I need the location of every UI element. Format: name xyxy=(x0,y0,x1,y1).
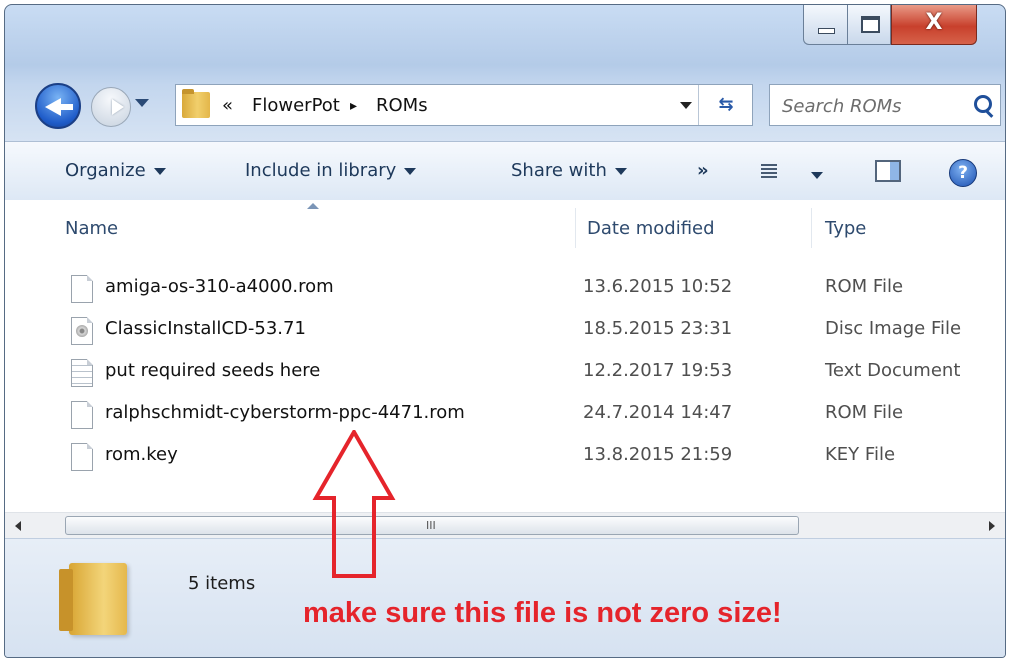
column-divider[interactable] xyxy=(575,208,576,248)
breadcrumb-flowerpot[interactable]: FlowerPot xyxy=(252,95,340,116)
file-list: Name Date modified Type amiga-os-310-a40… xyxy=(5,200,1005,539)
column-header-name[interactable]: Name xyxy=(65,218,118,239)
text-file-icon xyxy=(71,359,93,387)
file-date: 13.8.2015 21:59 xyxy=(583,444,733,465)
file-type: Disc Image File xyxy=(825,318,962,339)
scrollbar-thumb[interactable]: III xyxy=(65,516,799,535)
file-type: ROM File xyxy=(825,276,904,297)
view-options-dropdown[interactable] xyxy=(811,172,823,179)
minimize-icon xyxy=(818,28,835,34)
file-name: ClassicInstallCD-53.71 xyxy=(105,318,306,339)
address-bar[interactable]: « FlowerPot ▸ ROMs ⇆ xyxy=(175,84,753,126)
chevron-down-icon xyxy=(614,167,627,175)
include-in-library-label: Include in library xyxy=(245,160,397,181)
command-bar: Organize Include in library Share with »… xyxy=(5,141,1005,201)
breadcrumb-separator[interactable]: ▸ xyxy=(350,98,357,114)
share-with-button[interactable]: Share with xyxy=(511,160,627,181)
file-name: amiga-os-310-a4000.rom xyxy=(105,276,334,297)
blank-file-icon xyxy=(71,401,93,429)
file-row[interactable]: rom.key 13.8.2015 21:59 KEY File xyxy=(5,436,1005,476)
organize-label: Organize xyxy=(65,160,146,181)
close-button[interactable]: X xyxy=(891,5,977,45)
file-type: KEY File xyxy=(825,444,896,465)
refresh-button[interactable]: ⇆ xyxy=(698,85,753,125)
annotation-up-arrow-icon xyxy=(312,430,396,578)
folder-icon xyxy=(59,563,127,635)
file-date: 12.2.2017 19:53 xyxy=(583,360,733,381)
include-in-library-button[interactable]: Include in library xyxy=(245,160,417,181)
file-type: ROM File xyxy=(825,402,904,423)
breadcrumb-overflow[interactable]: « xyxy=(222,95,233,116)
column-divider[interactable] xyxy=(811,208,812,248)
file-date: 18.5.2015 23:31 xyxy=(583,318,733,339)
file-row[interactable]: amiga-os-310-a4000.rom 13.6.2015 10:52 R… xyxy=(5,268,1005,308)
preview-pane-button[interactable] xyxy=(875,160,901,182)
blank-file-icon xyxy=(71,275,93,303)
file-row[interactable]: ClassicInstallCD-53.71 18.5.2015 23:31 D… xyxy=(5,310,1005,350)
chevron-down-icon xyxy=(404,167,417,175)
forward-button[interactable] xyxy=(91,87,131,127)
search-icon[interactable] xyxy=(974,95,992,113)
item-count: 5 items xyxy=(188,573,256,594)
minimize-button[interactable] xyxy=(803,5,847,45)
search-input[interactable] xyxy=(780,93,964,119)
file-date: 13.6.2015 10:52 xyxy=(583,276,733,297)
sort-ascending-icon xyxy=(307,203,319,209)
share-with-label: Share with xyxy=(511,160,607,181)
blank-file-icon xyxy=(71,443,93,471)
explorer-window: X « FlowerPot ▸ ROMs ⇆ Organize Include … xyxy=(4,4,1006,658)
scrollbar-grip: III xyxy=(426,519,436,532)
chevron-down-icon xyxy=(153,167,166,175)
maximize-icon xyxy=(861,16,880,33)
disc-image-file-icon xyxy=(71,317,93,345)
file-type: Text Document xyxy=(825,360,961,381)
recent-pages-dropdown[interactable] xyxy=(135,99,149,107)
organize-button[interactable]: Organize xyxy=(65,160,166,181)
file-row[interactable]: ralphschmidt-cyberstorm-ppc-4471.rom 24.… xyxy=(5,394,1005,434)
annotation-note: make sure this file is not zero size! xyxy=(303,597,782,629)
folder-icon xyxy=(182,89,210,118)
file-name: ralphschmidt-cyberstorm-ppc-4471.rom xyxy=(105,402,465,423)
column-header-date-modified[interactable]: Date modified xyxy=(587,218,715,239)
file-row[interactable]: put required seeds here 12.2.2017 19:53 … xyxy=(5,352,1005,392)
scroll-left-icon[interactable] xyxy=(15,521,21,531)
scroll-right-icon[interactable] xyxy=(989,521,995,531)
horizontal-scrollbar[interactable]: III xyxy=(5,512,1005,539)
more-commands-button[interactable]: » xyxy=(697,160,709,181)
maximize-button[interactable] xyxy=(847,5,891,45)
search-box[interactable] xyxy=(769,84,1001,126)
help-button[interactable]: ? xyxy=(949,159,977,187)
column-header-type[interactable]: Type xyxy=(825,218,866,239)
file-name: put required seeds here xyxy=(105,360,321,381)
back-button[interactable] xyxy=(35,83,81,129)
breadcrumb-roms[interactable]: ROMs xyxy=(376,95,428,116)
close-icon: X xyxy=(925,10,943,35)
file-date: 24.7.2014 14:47 xyxy=(583,402,733,423)
change-view-icon[interactable] xyxy=(761,164,777,178)
file-name: rom.key xyxy=(105,444,178,465)
address-history-dropdown[interactable] xyxy=(680,102,692,109)
